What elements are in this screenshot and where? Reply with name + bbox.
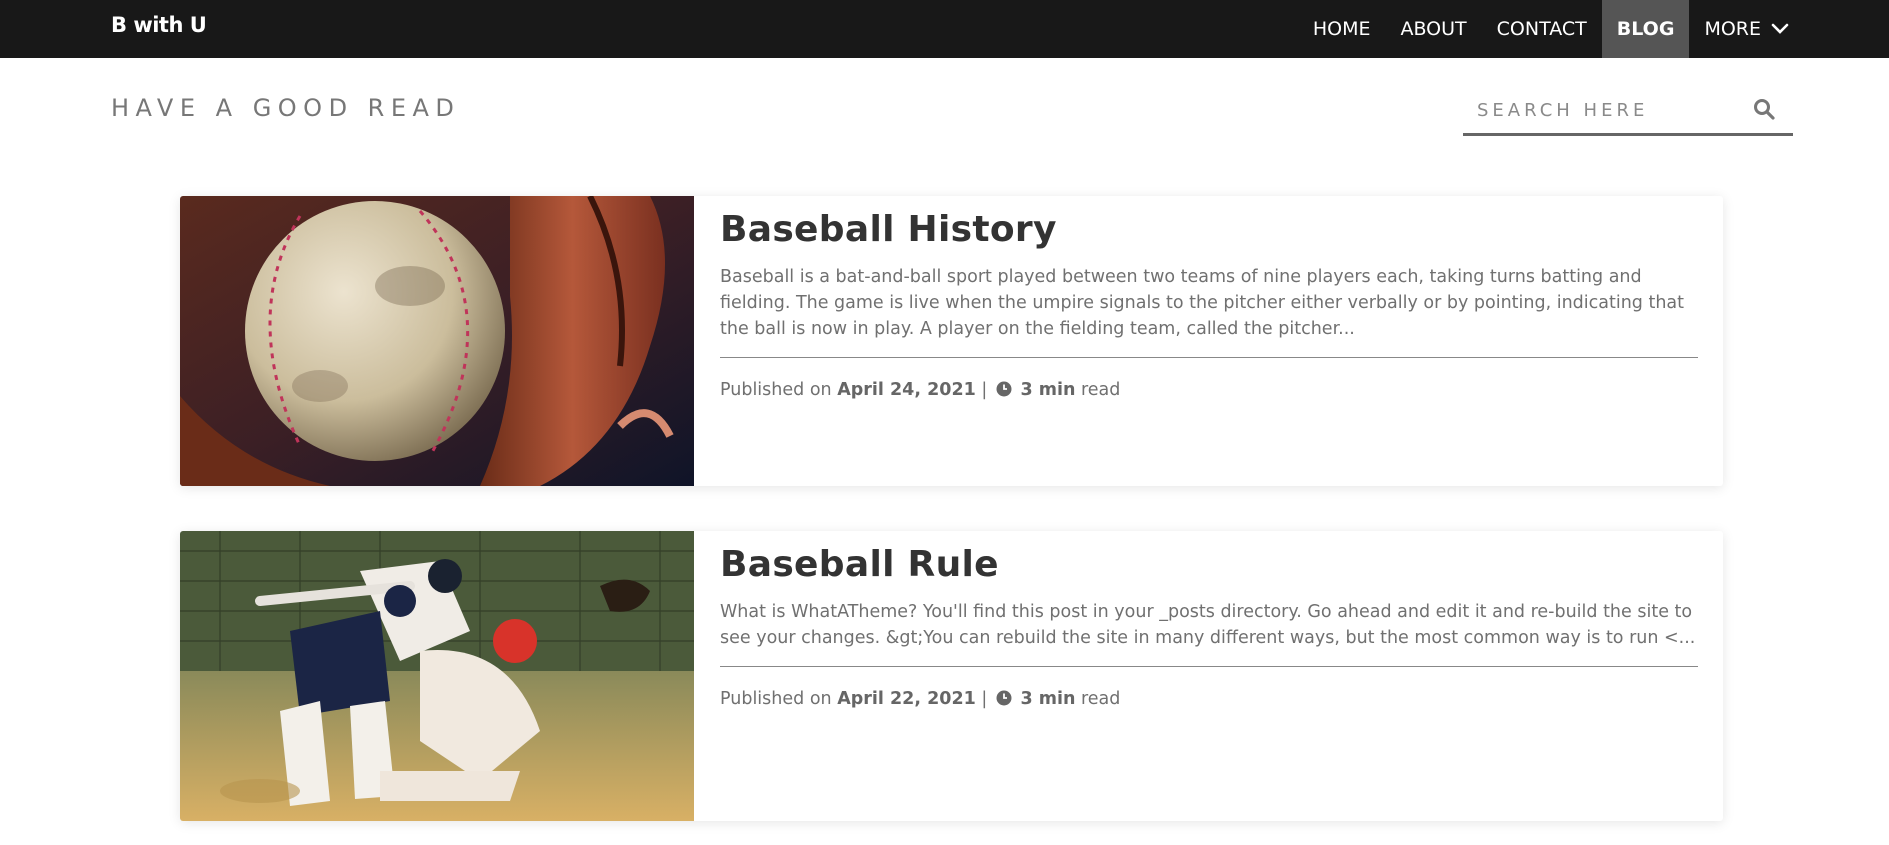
post-date: April 22, 2021 [837,689,976,709]
meta-separator: | [981,380,988,400]
post-card[interactable]: Baseball History Baseball is a bat-and-b… [180,196,1723,486]
post-meta: Published on April 22, 2021 | 3 min read [720,689,1698,711]
post-title[interactable]: Baseball Rule [720,544,1698,585]
nav-more-dropdown[interactable]: MORE [1689,0,1889,58]
published-label: Published on [720,689,832,709]
published-label: Published on [720,380,832,400]
page-tagline: HAVE A GOOD READ [111,94,461,122]
nav-more-label: MORE [1704,18,1761,40]
meta-separator: | [981,689,988,709]
post-thumbnail-baseball-glove[interactable] [180,196,694,486]
brand-logo[interactable]: B with U [111,13,207,37]
clock-icon [996,690,1012,711]
read-suffix: read [1080,689,1121,709]
read-time: 3 min [1020,689,1076,709]
top-navbar: B with U HOME ABOUT CONTACT BLOG MORE [0,0,1889,58]
post-meta: Published on April 24, 2021 | 3 min read [720,380,1698,402]
chevron-down-icon [1771,18,1789,40]
divider [720,357,1698,358]
post-body: Baseball Rule What is WhatATheme? You'll… [720,531,1698,711]
post-excerpt: What is WhatATheme? You'll find this pos… [720,602,1696,648]
post-title[interactable]: Baseball History [720,209,1698,250]
nav-links: HOME ABOUT CONTACT BLOG MORE [1298,0,1889,58]
search-input[interactable] [1477,94,1737,126]
nav-about[interactable]: ABOUT [1385,0,1481,58]
search-icon[interactable] [1750,95,1778,123]
search-bar [1463,88,1793,136]
nav-contact[interactable]: CONTACT [1482,0,1602,58]
post-body: Baseball History Baseball is a bat-and-b… [720,196,1698,402]
read-suffix: read [1080,380,1121,400]
nav-home[interactable]: HOME [1298,0,1386,58]
post-date: April 24, 2021 [837,380,976,400]
post-thumbnail-player-sliding[interactable] [180,531,694,821]
divider [720,666,1698,667]
post-excerpt: Baseball is a bat-and-ball sport played … [720,267,1685,339]
clock-icon [996,381,1012,402]
read-time: 3 min [1020,380,1076,400]
post-card[interactable]: Baseball Rule What is WhatATheme? You'll… [180,531,1723,821]
nav-blog[interactable]: BLOG [1601,0,1690,58]
